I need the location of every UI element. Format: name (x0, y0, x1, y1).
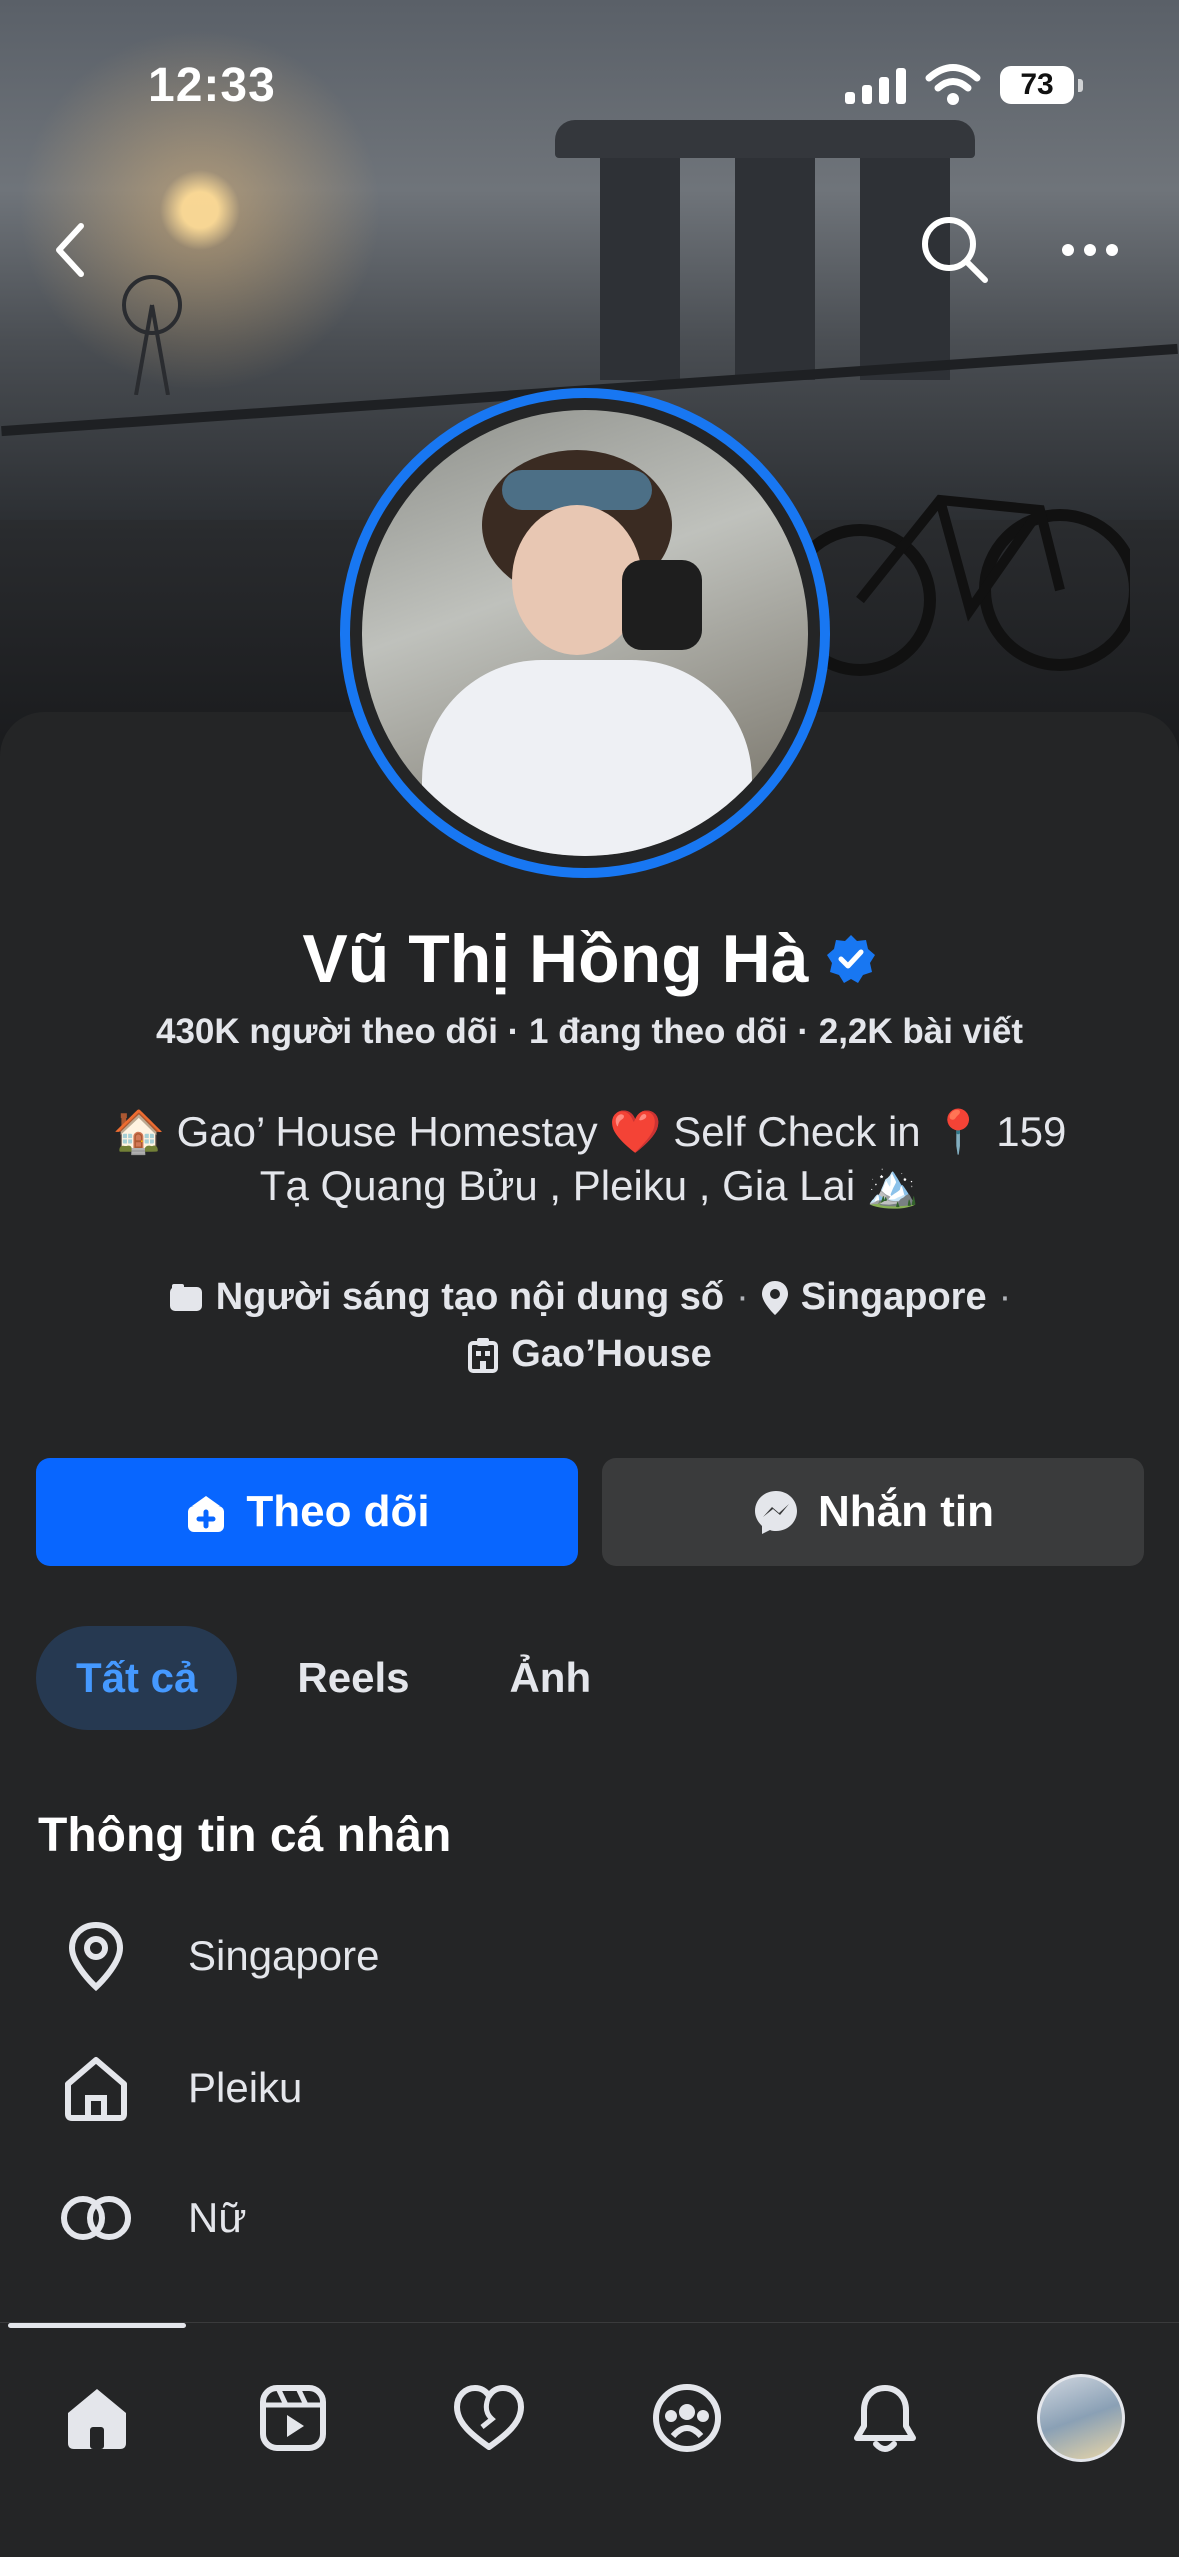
wifi-icon (925, 64, 981, 105)
groups-icon (653, 2384, 721, 2452)
nav-groups[interactable] (632, 2363, 742, 2473)
status-bar: 12:33 73 (0, 0, 1179, 170)
profile-stats[interactable]: 430K người theo dõi · 1 đang theo dõi · … (0, 1012, 1179, 1052)
nav-dating[interactable] (434, 2363, 544, 2473)
follow-icon (188, 1496, 225, 1532)
category-icon (169, 1283, 202, 1311)
nav-home[interactable] (42, 2363, 152, 2473)
info-row-gender: Nữ (58, 2180, 246, 2256)
profile-bio: 🏠 Gao’ House Homestay ❤️ Self Check in 📍… (60, 1105, 1119, 1213)
info-text: Pleiku (188, 2064, 303, 2111)
back-button[interactable] (36, 215, 106, 285)
bell-icon (854, 2385, 916, 2452)
info-row-hometown: Pleiku (58, 2050, 302, 2126)
gender-icon (61, 2196, 131, 2240)
cellular-signal-icon (845, 68, 906, 104)
profile-workplace[interactable]: Gao’House (511, 1333, 712, 1376)
nav-video[interactable] (238, 2363, 348, 2473)
dating-heart-icon (454, 2385, 524, 2450)
location-pin-icon (68, 1921, 124, 1991)
battery-level: 73 (1020, 68, 1054, 101)
profile-category: Người sáng tạo nội dung số (215, 1276, 725, 1318)
user-avatar (1037, 2374, 1125, 2462)
info-text: Singapore (188, 1932, 380, 1979)
verified-badge-icon (826, 935, 875, 983)
profile-location[interactable]: Singapore (801, 1276, 987, 1319)
battery-indicator: 73 (1000, 66, 1083, 104)
home-icon (65, 2057, 127, 2121)
profile-photo (362, 410, 808, 856)
follow-label: Theo dõi (246, 1487, 430, 1536)
info-row-location: Singapore (58, 1918, 379, 1994)
bio-line: 🏠 Gao’ House Homestay ❤️ Self Check in 📍… (112, 1108, 1067, 1155)
message-label: Nhắn tin (818, 1487, 994, 1536)
follow-button[interactable]: Theo dõi (36, 1458, 578, 1566)
location-pin-icon (761, 1280, 788, 1315)
more-options-button[interactable] (1050, 215, 1130, 285)
tab-photos[interactable]: Ảnh (469, 1626, 631, 1730)
tab-reels[interactable]: Reels (257, 1626, 449, 1730)
chevron-left-icon (56, 223, 84, 277)
home-icon (68, 2389, 126, 2449)
bottom-navigation (0, 2322, 1179, 2557)
profile-picture[interactable] (340, 388, 830, 878)
profile-details: Người sáng tạo nội dung số · Singapore · (0, 1276, 1179, 1319)
profile-name: Vũ Thị Hồng Hà (302, 921, 809, 997)
active-tab-indicator (8, 2323, 186, 2328)
section-title: Thông tin cá nhân (38, 1809, 452, 1862)
building-icon (468, 1337, 499, 1373)
profile-workplace-row: Gao’House (0, 1333, 1179, 1376)
nav-profile-menu[interactable] (1026, 2363, 1136, 2473)
profile-name-row: Vũ Thị Hồng Hà (0, 920, 1179, 998)
status-time: 12:33 (148, 59, 276, 112)
video-icon (260, 2385, 326, 2451)
bio-line: Tạ Quang Bửu , Pleiku , Gia Lai 🏔️ (259, 1162, 920, 1209)
profile-tabs: Tất cả Reels Ảnh (36, 1626, 631, 1730)
info-text: Nữ (188, 2194, 247, 2241)
tab-all[interactable]: Tất cả (36, 1626, 238, 1730)
search-icon (922, 217, 988, 283)
message-button[interactable]: Nhắn tin (602, 1458, 1144, 1566)
messenger-icon (755, 1491, 797, 1534)
nav-notifications[interactable] (830, 2363, 940, 2473)
search-button[interactable] (915, 210, 995, 290)
more-horizontal-icon (1062, 244, 1118, 256)
